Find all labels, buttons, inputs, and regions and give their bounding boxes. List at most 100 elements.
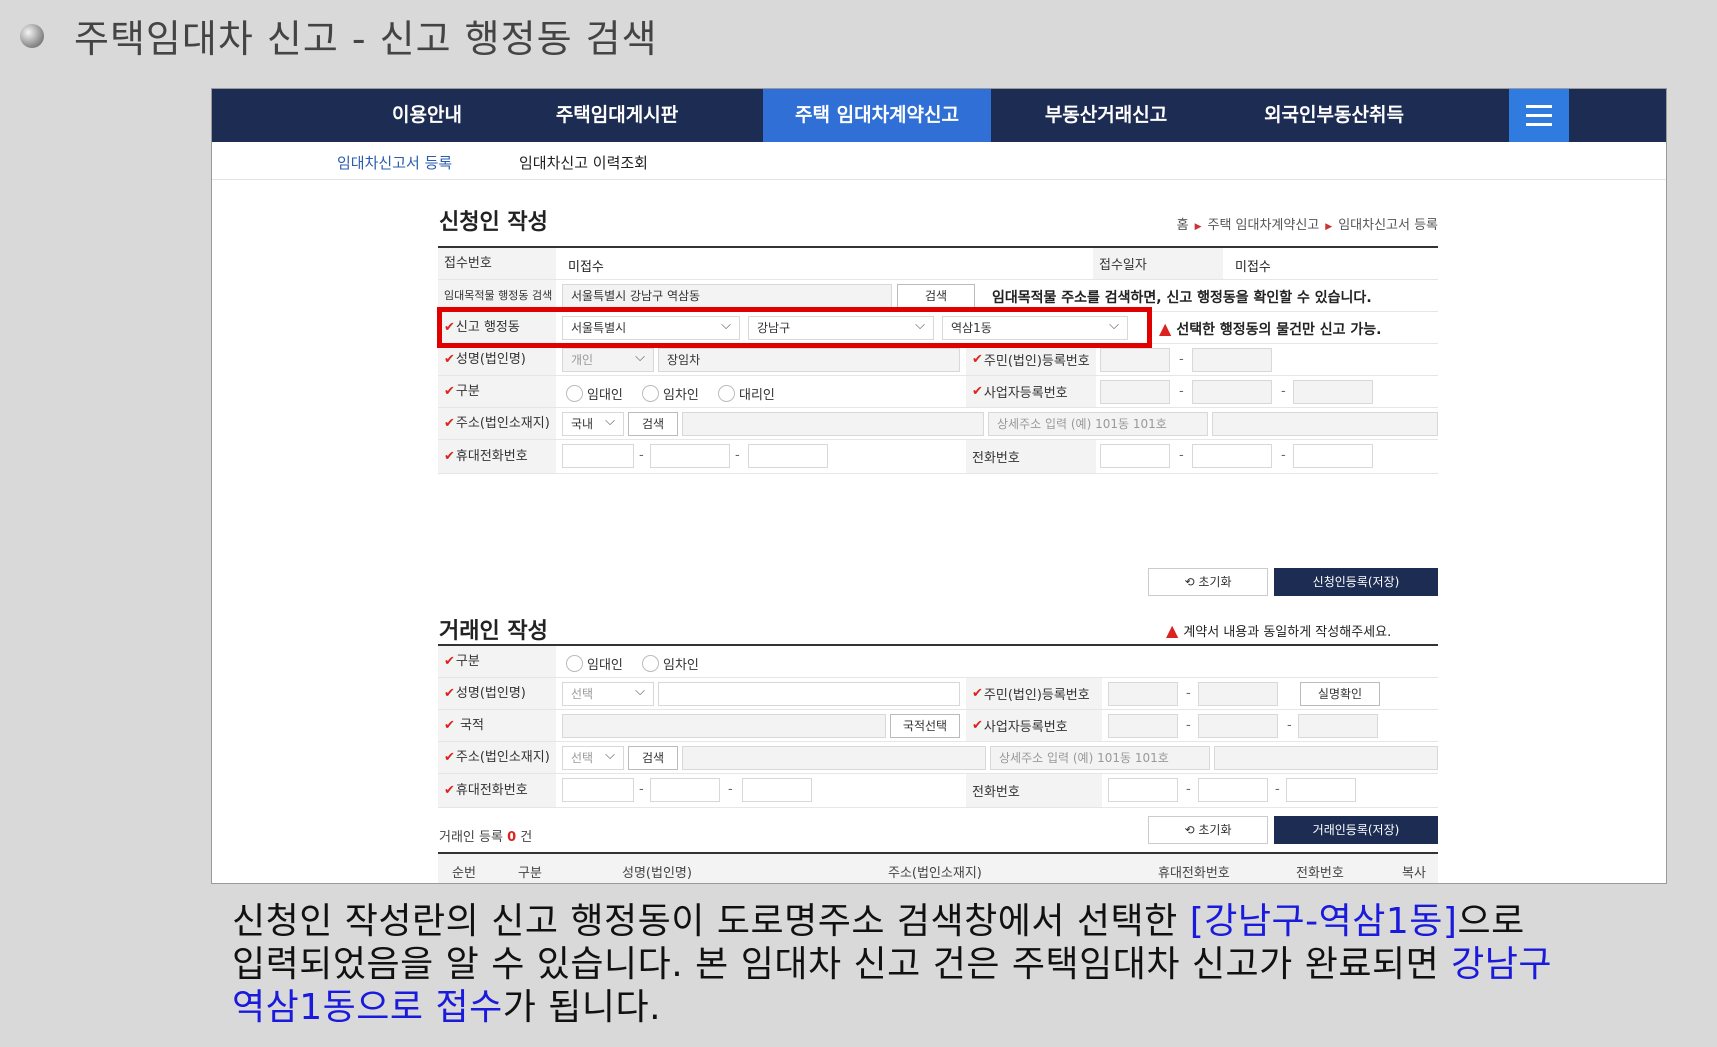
top-navigation: 이용안내 주택임대게시판 주택 임대차계약신고 부동산거래신고 외국인부동산취득 — [212, 89, 1666, 142]
address-row: ✔주소(법인소재지) 국내 검색 상세주소 입력 (예) 101동 101호 — [438, 408, 1438, 440]
address-extra-field[interactable] — [1212, 412, 1438, 436]
applicant-section-title: 신청인 작성 — [439, 210, 548, 235]
subnav-history[interactable]: 임대차신고 이력조회 — [519, 152, 648, 173]
mobile-field-1[interactable] — [562, 444, 634, 468]
trader-count: 거래인 등록 0 건 — [439, 830, 533, 845]
radio-agent[interactable]: 대리인 — [718, 384, 775, 403]
breadcrumb: 홈 ▶ 주택 임대차계약신고 ▶ 임대차신고서 등록 — [1177, 214, 1438, 233]
address-detail-field[interactable]: 상세주소 입력 (예) 101동 101호 — [988, 412, 1208, 436]
trader-address-extra-field[interactable] — [1214, 746, 1438, 770]
biz-field-1[interactable] — [1100, 380, 1170, 404]
property-search-button[interactable]: 검색 — [897, 284, 975, 308]
radio-lessor[interactable]: 임대인 — [566, 384, 623, 403]
reset-icon: ⟲ — [1184, 823, 1199, 837]
dash: - — [1281, 384, 1286, 399]
required-check-icon: ✔ — [444, 384, 455, 399]
name-row: ✔성명(법인명) 개인 장임차 ✔주민(법인)등록번호 - — [438, 344, 1438, 376]
applicant-reset-button[interactable]: ⟲ 초기화 — [1148, 568, 1268, 596]
breadcrumb-home[interactable]: 홈 — [1177, 218, 1189, 233]
trader-mobile-field-2[interactable] — [650, 778, 720, 802]
mobile-field-2[interactable] — [650, 444, 730, 468]
biz-field-3[interactable] — [1293, 380, 1373, 404]
sub-navigation: 임대차신고서 등록 임대차신고 이력조회 — [212, 142, 1666, 180]
trader-radio-lessor[interactable]: 임대인 — [566, 654, 623, 673]
receipt-no-label: 접수번호 — [438, 248, 556, 279]
address-country-select[interactable]: 국내 — [562, 411, 624, 436]
trader-radio-lessee[interactable]: 임차인 — [642, 654, 699, 673]
nav-item-guide[interactable]: 이용안내 — [357, 89, 497, 142]
required-check-icon: ✔ — [444, 750, 455, 765]
radio-lessee[interactable]: 임차인 — [642, 384, 699, 403]
trader-phone-field-3[interactable] — [1286, 778, 1356, 802]
nav-item-real-estate-report[interactable]: 부동산거래신고 — [992, 89, 1220, 142]
rrn-label: ✔ 주민(법인)등록번호 — [966, 344, 1096, 375]
address-road-field[interactable] — [682, 412, 984, 436]
trader-name-field[interactable] — [658, 682, 960, 706]
trader-reset-button[interactable]: ⟲ 초기화 — [1148, 816, 1268, 844]
trader-nation-label: ✔ 국적 — [438, 710, 556, 741]
required-check-icon: ✔ — [444, 783, 455, 798]
trader-name-type-select[interactable]: 선택 — [562, 681, 654, 706]
trader-mobile-row: ✔ 휴대전화번호 - - 전화번호 - - — [438, 774, 1438, 808]
trader-address-search-button[interactable]: 검색 — [628, 746, 678, 770]
trader-name-row: ✔성명(법인명) 선택 ✔주민(법인)등록번호 - 실명확인 — [438, 678, 1438, 710]
trader-rrn-label: ✔ 주민(법인)등록번호 — [966, 678, 1102, 709]
dash: - — [1281, 448, 1286, 463]
web-screenshot: 이용안내 주택임대게시판 주택 임대차계약신고 부동산거래신고 외국인부동산취득… — [211, 88, 1667, 884]
highlight-box — [437, 307, 1152, 348]
dash: - — [735, 448, 740, 463]
trader-rrn-field-2[interactable] — [1198, 682, 1278, 706]
trader-mobile-field-1[interactable] — [562, 778, 634, 802]
subnav-register[interactable]: 임대차신고서 등록 — [337, 152, 452, 173]
nav-item-lease-report[interactable]: 주택 임대차계약신고 — [763, 89, 991, 142]
receipt-date-label: 접수일자 — [1093, 248, 1223, 279]
caption-line-1: 신청인 작성란의 신고 행정동이 도로명주소 검색창에서 선택한 [강남구-역삼… — [232, 901, 1525, 942]
nav-item-board[interactable]: 주택임대게시판 — [532, 89, 702, 142]
trader-address-country-select[interactable]: 선택 — [562, 745, 624, 770]
nav-item-foreigner[interactable]: 외국인부동산취득 — [1220, 89, 1448, 142]
trader-address-detail-field[interactable]: 상세주소 입력 (예) 101동 101호 — [990, 746, 1210, 770]
address-search-button[interactable]: 검색 — [628, 412, 678, 436]
trader-address-road-field[interactable] — [682, 746, 986, 770]
breadcrumb-lease[interactable]: 주택 임대차계약신고 — [1207, 218, 1319, 233]
nation-select-button[interactable]: 국적선택 — [890, 714, 960, 738]
phone-label: 전화번호 — [966, 440, 1096, 473]
type-label: ✔ 구분 — [438, 376, 556, 407]
mobile-field-3[interactable] — [748, 444, 828, 468]
required-check-icon: ✔ — [444, 686, 455, 701]
trader-nation-row: ✔ 국적 국적선택 ✔ 사업자등록번호 - - — [438, 710, 1438, 742]
trader-nation-field[interactable] — [562, 714, 886, 738]
trader-mobile-field-3[interactable] — [742, 778, 812, 802]
name-field[interactable]: 장임차 — [658, 348, 960, 372]
receipt-date-value: 미접수 — [1235, 260, 1271, 275]
dash: - — [1287, 718, 1292, 733]
name-type-select[interactable]: 개인 — [562, 347, 654, 372]
trader-phone-field-2[interactable] — [1198, 778, 1268, 802]
phone-field-1[interactable] — [1100, 444, 1170, 468]
trader-rrn-field-1[interactable] — [1108, 682, 1178, 706]
dash: - — [1186, 686, 1191, 701]
property-address-field[interactable]: 서울특별시 강남구 역삼동 — [562, 284, 892, 308]
name-label: ✔ 성명(법인명) — [438, 344, 556, 375]
biz-field-2[interactable] — [1192, 380, 1272, 404]
trader-mobile-label: ✔ 휴대전화번호 — [438, 774, 556, 807]
phone-field-2[interactable] — [1192, 444, 1272, 468]
phone-field-3[interactable] — [1293, 444, 1373, 468]
verify-name-button[interactable]: 실명확인 — [1300, 682, 1380, 706]
receipt-row: 접수번호 미접수 접수일자 미접수 — [438, 248, 1438, 280]
rrn-field-1[interactable] — [1100, 348, 1170, 372]
trader-address-label: ✔ 주소(법인소재지) — [438, 742, 556, 773]
menu-icon[interactable] — [1509, 89, 1569, 142]
trader-phone-label: 전화번호 — [966, 774, 1102, 807]
required-check-icon: ✔ — [972, 384, 983, 399]
trader-biz-field-3[interactable] — [1298, 714, 1378, 738]
reset-icon: ⟲ — [1184, 575, 1199, 589]
breadcrumb-arrow-icon: ▶ — [1194, 222, 1202, 232]
trader-biz-field-1[interactable] — [1108, 714, 1178, 738]
trader-biz-field-2[interactable] — [1198, 714, 1278, 738]
dash: - — [1179, 384, 1184, 399]
trader-phone-field-1[interactable] — [1108, 778, 1178, 802]
trader-save-button[interactable]: 거래인등록(저장) — [1274, 816, 1438, 844]
rrn-field-2[interactable] — [1192, 348, 1272, 372]
applicant-save-button[interactable]: 신청인등록(저장) — [1274, 568, 1438, 596]
